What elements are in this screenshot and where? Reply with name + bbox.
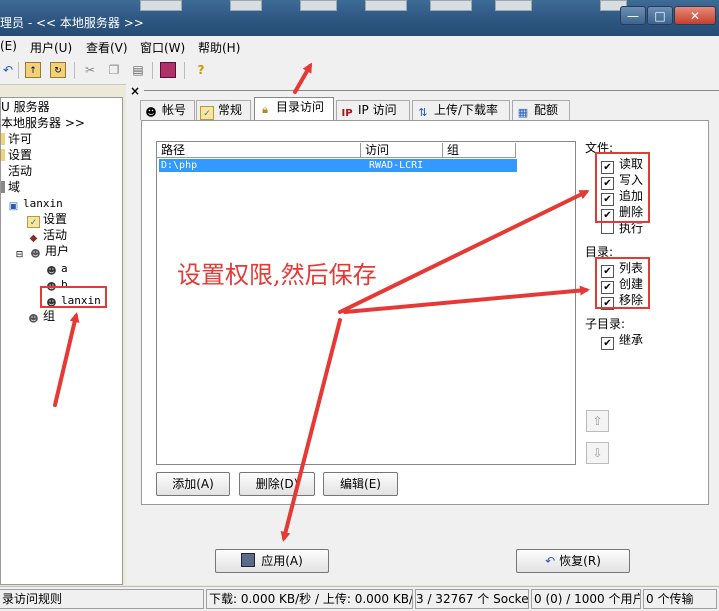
annotation-arrows bbox=[53, 62, 590, 542]
arrow-to-user bbox=[53, 312, 80, 407]
annotation-caption: 设置权限,然后保存 bbox=[177, 261, 377, 289]
arrow-to-apply bbox=[280, 318, 342, 542]
arrow-to-tab bbox=[293, 62, 312, 94]
